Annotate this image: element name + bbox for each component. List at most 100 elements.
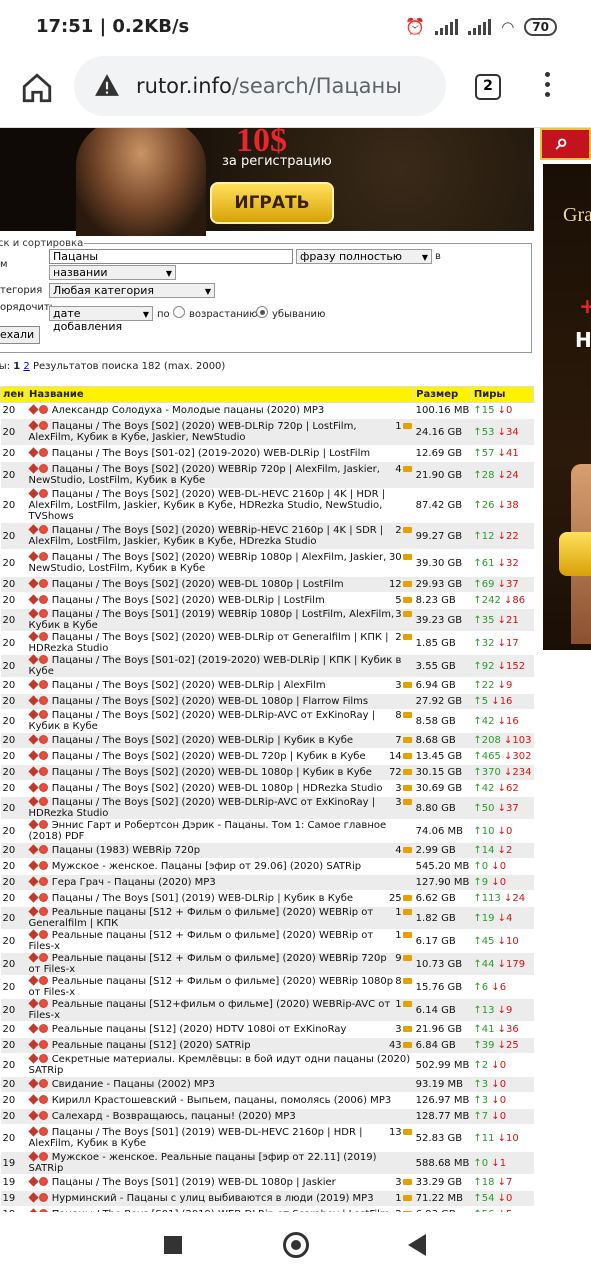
comments-count[interactable]: 7 xyxy=(395,735,411,746)
comments-count[interactable]: 8 xyxy=(395,976,411,987)
magnet-icon[interactable] xyxy=(38,710,48,719)
download-icon[interactable] xyxy=(27,709,39,720)
download-icon[interactable] xyxy=(27,1078,39,1089)
torrent-title-link[interactable]: Пацаны / The Boys [S02] (2020) WEBRip-HE… xyxy=(29,525,384,547)
table-row[interactable]: 20 Пацаны / The Boys [S02] (2020) WEB-DL… xyxy=(0,693,534,710)
download-icon[interactable] xyxy=(27,1151,39,1162)
torrent-title-link[interactable]: Пацаны / The Boys [S02] (2020) WEB-DL 10… xyxy=(52,579,344,590)
comments-count[interactable]: 3 xyxy=(395,797,411,808)
magnet-icon[interactable] xyxy=(38,893,48,902)
comments-count[interactable]: 3 xyxy=(395,680,411,691)
table-row[interactable]: 20 Секретные материалы. Кремлёвцы: в бой… xyxy=(0,1053,534,1077)
magnet-icon[interactable] xyxy=(38,525,48,534)
col-name[interactable]: Название xyxy=(26,386,415,403)
back-button[interactable] xyxy=(408,1234,426,1256)
download-icon[interactable] xyxy=(27,998,39,1009)
table-row[interactable]: 20 3 Пацаны / The Boys [S02] (2020) WEB-D… xyxy=(0,677,534,694)
magnet-icon[interactable] xyxy=(38,1127,48,1136)
magnet-icon[interactable] xyxy=(38,1193,48,1202)
torrent-title-link[interactable]: Секретные материалы. Кремлёвцы: в бой ид… xyxy=(29,1054,411,1076)
comments-count[interactable]: 5 xyxy=(395,595,411,606)
download-icon[interactable] xyxy=(27,631,39,642)
download-icon[interactable] xyxy=(27,404,39,415)
download-icon[interactable] xyxy=(27,608,39,619)
table-row[interactable]: 20 43 Реальные пацаны [S12] (2020) SATRip… xyxy=(0,1037,534,1054)
torrent-title-link[interactable]: Мужское - женское. Пацаны [эфир от 29.06… xyxy=(52,861,361,872)
torrent-title-link[interactable]: Пацаны / The Boys [S02] (2020) WEB-DL-HE… xyxy=(29,489,386,522)
torrent-title-link[interactable]: Пацаны / The Boys [S02] (2020) WEB-DLRip… xyxy=(29,421,357,443)
torrent-title-link[interactable]: Пацаны / The Boys [S01] (2019) WEB-DL 10… xyxy=(52,1177,336,1188)
magnet-icon[interactable] xyxy=(38,907,48,916)
comments-count[interactable]: 2 xyxy=(395,525,411,536)
download-icon[interactable] xyxy=(27,1053,39,1064)
download-icon[interactable] xyxy=(27,975,39,986)
torrent-title-link[interactable]: Пацаны / The Boys [S02] (2020) WEB-DL 10… xyxy=(52,767,372,778)
torrent-title-link[interactable]: Реальные пацаны [S12] (2020) HDTV 1080i … xyxy=(52,1024,347,1035)
torrent-title-link[interactable]: Пацаны / The Boys [S02] (2020) WEB-DLRip… xyxy=(52,680,326,691)
table-row[interactable]: 20 Пацаны / The Boys [S01-02] (2019-2020… xyxy=(0,654,534,678)
magnet-icon[interactable] xyxy=(38,953,48,962)
desc-radio[interactable] xyxy=(256,306,268,318)
download-icon[interactable] xyxy=(27,766,39,777)
torrent-title-link[interactable]: Пацаны / The Boys [S02] (2020) WEB-DLRip… xyxy=(29,797,376,819)
torrent-title-link[interactable]: Мужское - женское. Реальные пацаны [эфир… xyxy=(29,1152,377,1174)
magnet-icon[interactable] xyxy=(38,1054,48,1063)
comments-count[interactable]: 30 xyxy=(389,552,412,563)
download-icon[interactable] xyxy=(27,695,39,706)
torrent-title-link[interactable]: Свидание - Пацаны (2002) MP3 xyxy=(52,1079,215,1090)
torrent-title-link[interactable]: Кирилл Крастошевский - Выпьем, пацаны, п… xyxy=(52,1095,392,1106)
ad-play-button[interactable]: ИГРАТЬ xyxy=(210,182,334,224)
magnet-icon[interactable] xyxy=(38,767,48,776)
table-row[interactable]: 20 3 Пацаны / The Boys [S01] (2019) WEBRi… xyxy=(0,608,534,632)
download-icon[interactable] xyxy=(27,750,39,761)
table-row[interactable]: 19 Мужское - женское. Реальные пацаны [э… xyxy=(0,1151,534,1175)
tab-switcher-button[interactable]: 2 xyxy=(475,74,501,100)
download-icon[interactable] xyxy=(27,734,39,745)
table-row[interactable]: 20 9 Реальные пацаны [S12 + Фильм о фильм… xyxy=(0,952,534,976)
download-icon[interactable] xyxy=(27,1023,39,1034)
torrent-title-link[interactable]: Пацаны / The Boys [S02] (2020) WEB-DL 10… xyxy=(52,783,383,794)
table-row[interactable]: 20 2 Пацаны / The Boys [S02] (2020) WEBRi… xyxy=(0,522,534,550)
search-submit-button[interactable]: ехали xyxy=(0,326,41,344)
torrent-title-link[interactable]: Пацаны / The Boys [S01] (2019) WEB-DLRip… xyxy=(52,893,353,904)
torrent-title-link[interactable]: Александр Солодуха - Молодые пацаны (202… xyxy=(52,405,325,416)
table-row[interactable]: 20 Пацаны / The Boys [S01-02] (2019-2020… xyxy=(0,445,534,462)
magnet-icon[interactable] xyxy=(38,1177,48,1186)
table-row[interactable]: 20 2 Пацаны / The Boys [S02] (2020) WEB-D… xyxy=(0,631,534,655)
table-row[interactable]: 20 5 Пацаны / The Boys [S02] (2020) WEB-D… xyxy=(0,592,534,609)
comments-count[interactable]: 1 xyxy=(395,421,411,432)
magnet-icon[interactable] xyxy=(38,595,48,604)
download-icon[interactable] xyxy=(27,679,39,690)
download-icon[interactable] xyxy=(27,906,39,917)
comments-count[interactable]: 1 xyxy=(395,930,411,941)
warning-icon[interactable] xyxy=(94,73,120,97)
table-row[interactable]: 20 3 Пацаны / The Boys [S02] (2020) WEB-D… xyxy=(0,796,534,820)
magnet-icon[interactable] xyxy=(38,696,48,705)
comments-count[interactable]: 72 xyxy=(389,767,412,778)
download-icon[interactable] xyxy=(27,876,39,887)
torrent-title-link[interactable]: Реальные пацаны [S12 + Фильм о фильме] (… xyxy=(29,976,394,998)
torrent-title-link[interactable]: Пацаны / The Boys [S01-02] (2019-2020) W… xyxy=(29,655,402,677)
col-size[interactable]: Размер xyxy=(413,386,472,403)
magnet-icon[interactable] xyxy=(38,421,48,430)
table-row[interactable]: 20 Пацаны / The Boys [S02] (2020) WEB-DL… xyxy=(0,488,534,523)
comments-count[interactable]: 1 xyxy=(395,999,411,1010)
field-select[interactable]: названии xyxy=(49,265,176,280)
magnet-icon[interactable] xyxy=(38,783,48,792)
ad-banner[interactable]: 10$ за регистрацию ИГРАТЬ xyxy=(0,128,534,236)
comments-count[interactable]: 4 xyxy=(395,464,411,475)
table-row[interactable]: 20 1 Реальные пацаны [S12 + Фильм о фильм… xyxy=(0,929,534,953)
torrent-title-link[interactable]: Пацаны / The Boys [S02] (2020) WEB-DLRip… xyxy=(29,710,376,732)
table-row[interactable]: 20 Мужское - женское. Пацаны [эфир от 29… xyxy=(0,858,534,875)
magnet-icon[interactable] xyxy=(38,579,48,588)
table-row[interactable]: 20 30 Пацаны / The Boys [S02] (2020) WEBR… xyxy=(0,549,534,577)
torrent-title-link[interactable]: Пацаны / The Boys [S02] (2020) WEB-DLRip… xyxy=(29,632,389,654)
table-row[interactable]: 20 1 Реальные пацаны [S12+фильм о фильме]… xyxy=(0,998,534,1022)
download-icon[interactable] xyxy=(27,1126,39,1137)
table-row[interactable]: 20 25 Пацаны / The Boys [S01] (2019) WEB-… xyxy=(0,890,534,907)
page-2-link[interactable]: 2 xyxy=(23,361,29,372)
torrent-title-link[interactable]: Гера Грач - Пацаны (2020) MP3 xyxy=(52,877,216,888)
search-input[interactable]: Пацаны xyxy=(49,249,293,264)
download-icon[interactable] xyxy=(27,819,39,830)
table-row[interactable]: 20 12 Пацаны / The Boys [S02] (2020) WEB-… xyxy=(0,576,534,593)
